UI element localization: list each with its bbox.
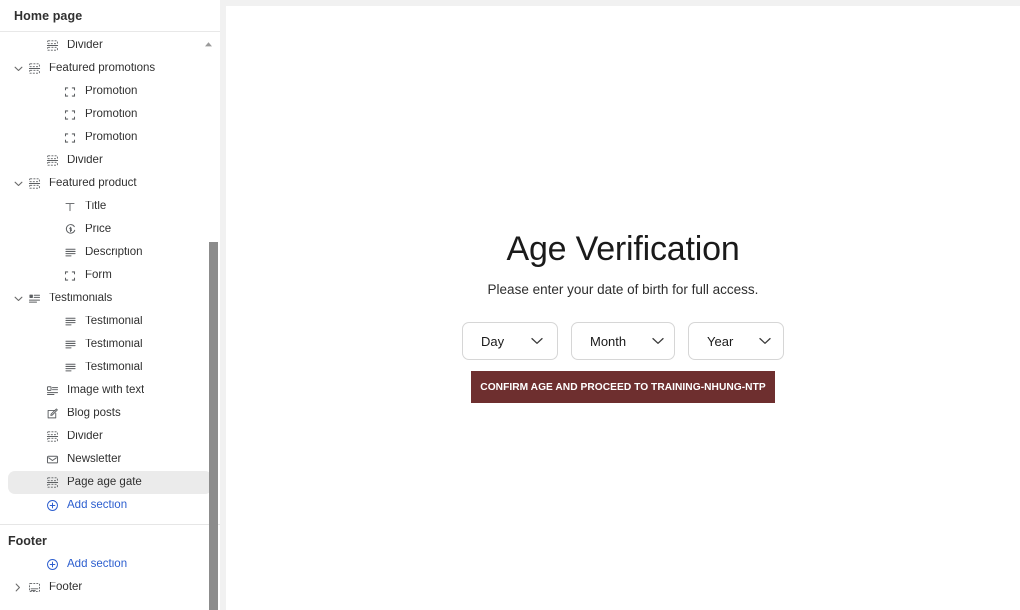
sidebar-item-label: Blog posts [67,407,121,419]
divider-icon [44,429,60,445]
storefront-preview-frame: Age Verification Please enter your date … [226,6,1020,610]
block-icon [62,107,78,123]
day-select-value: Day [481,333,505,349]
blog-icon [44,406,60,422]
image-with-text-icon [44,383,60,399]
chevron-right-icon[interactable] [10,580,26,596]
paragraph-icon [62,337,78,353]
sidebar-item-page-age-gate[interactable]: Page age gate [8,471,212,494]
chevron-down-icon[interactable] [10,61,26,77]
sidebar-item-label: Featured promotions [49,62,156,74]
sidebar-item-label: Add section [67,499,128,511]
sidebar-item-label: Testimonials [49,292,113,304]
price-icon [62,222,78,238]
sidebar-item-add-section[interactable]: Add section [8,553,212,576]
sidebar-item-label: Promotion [85,108,138,120]
sidebar-item-label: Page age gate [67,476,142,488]
sidebar-item-label: Divider [67,154,103,166]
sidebar-item-label: Testimonial [85,315,143,327]
sidebar-item-price[interactable]: Price [8,218,212,241]
sidebar-item-blog-posts[interactable]: Blog posts [8,402,212,425]
day-select[interactable]: Day [462,322,558,361]
sidebar-item-title[interactable]: Title [8,195,212,218]
divider-icon [44,475,60,491]
preview-pane: Age Verification Please enter your date … [220,0,1020,610]
divider-icon [44,38,60,54]
sidebar-item-label: Featured product [49,177,137,189]
sidebar-item-label: Promotion [85,85,138,97]
sidebar-scrollbar-thumb[interactable] [209,242,218,610]
sidebar-item-divider[interactable]: Divider [8,149,212,172]
sidebar-item-divider[interactable]: Divider [8,425,212,448]
sidebar-item-label: Description [85,246,143,258]
block-icon [62,130,78,146]
month-select-value: Month [590,333,627,349]
envelope-icon [44,452,60,468]
chevron-down-icon [652,337,664,345]
sidebar-item-label: Image with text [67,384,145,396]
sidebar-header: Home page [0,0,220,32]
divider-icon [26,61,42,77]
divider-icon [26,176,42,192]
sidebar-item-testimonial[interactable]: Testimonial [8,356,212,379]
sidebar-item-newsletter[interactable]: Newsletter [8,448,212,471]
footer-section-tree: Add section Footer [0,553,220,599]
sidebar-item-label: Divider [67,39,103,51]
sidebar-item-label: Divider [67,430,103,442]
chevron-down-icon[interactable] [10,291,26,307]
sidebar-item-testimonial[interactable]: Testimonial [8,333,212,356]
chevron-down-icon [531,337,543,345]
sidebar-scroll-area[interactable]: Divider Featured promotions Promotion Promo… [0,32,220,610]
sidebar-item-label: Price [85,223,112,235]
section-tree: Divider Featured promotions Promotion Promo… [0,34,220,517]
sidebar-item-divider[interactable]: Divider [8,34,212,57]
sidebar-item-description[interactable]: Description [8,241,212,264]
sidebar-item-testimonial[interactable]: Testimonial [8,310,212,333]
sidebar-item-label: Add section [67,558,128,570]
paragraph-icon [62,314,78,330]
sidebar-item-promotion[interactable]: Promotion [8,126,212,149]
paragraph-icon [62,245,78,261]
age-gate-section: Age Verification Please enter your date … [226,6,1020,404]
sidebar-item-label: Testimonial [85,338,143,350]
block-icon [62,84,78,100]
block-icon [62,268,78,284]
sections-sidebar: Home page Divider Featured promotions Prom… [0,0,220,610]
testimonials-icon [26,291,42,307]
sidebar-item-label: Form [85,269,112,281]
sidebar-item-image-with-text[interactable]: Image with text [8,379,212,402]
year-select-value: Year [707,333,734,349]
sidebar-item-testimonials[interactable]: Testimonials [8,287,212,310]
sidebar-item-featured-promotions[interactable]: Featured promotions [8,57,212,80]
chevron-down-icon [759,337,771,345]
divider-icon [44,153,60,169]
date-of-birth-selects: Day Month Year [462,322,784,361]
sidebar-item-add-section[interactable]: Add section [8,494,212,517]
circle-plus-icon [44,498,60,514]
sidebar-item-label: Testimonial [85,361,143,373]
page-title: Home page [14,8,83,23]
sidebar-item-label: Newsletter [67,453,122,465]
month-select[interactable]: Month [571,322,675,361]
sidebar-item-footer[interactable]: Footer [8,576,212,599]
sidebar-item-featured-product[interactable]: Featured product [8,172,212,195]
sidebar-item-form[interactable]: Form [8,264,212,287]
paragraph-icon [62,360,78,376]
sidebar-item-label: Promotion [85,131,138,143]
app-root: Home page Divider Featured promotions Prom… [0,0,1020,610]
text-icon [62,199,78,215]
age-gate-subheading: Please enter your date of birth for full… [487,282,759,298]
age-gate-heading: Age Verification [506,230,740,268]
sidebar-item-label: Footer [49,581,83,593]
footer-icon [26,580,42,596]
confirm-age-button[interactable]: CONFIRM AGE AND PROCEED TO TRAINING-NHUN… [471,371,775,404]
circle-plus-icon [44,557,60,573]
footer-group-title: Footer [8,534,47,548]
chevron-down-icon[interactable] [10,176,26,192]
sidebar-item-promotion[interactable]: Promotion [8,103,212,126]
sidebar-item-label: Title [85,200,107,212]
sidebar-item-promotion[interactable]: Promotion [8,80,212,103]
year-select[interactable]: Year [688,322,784,361]
